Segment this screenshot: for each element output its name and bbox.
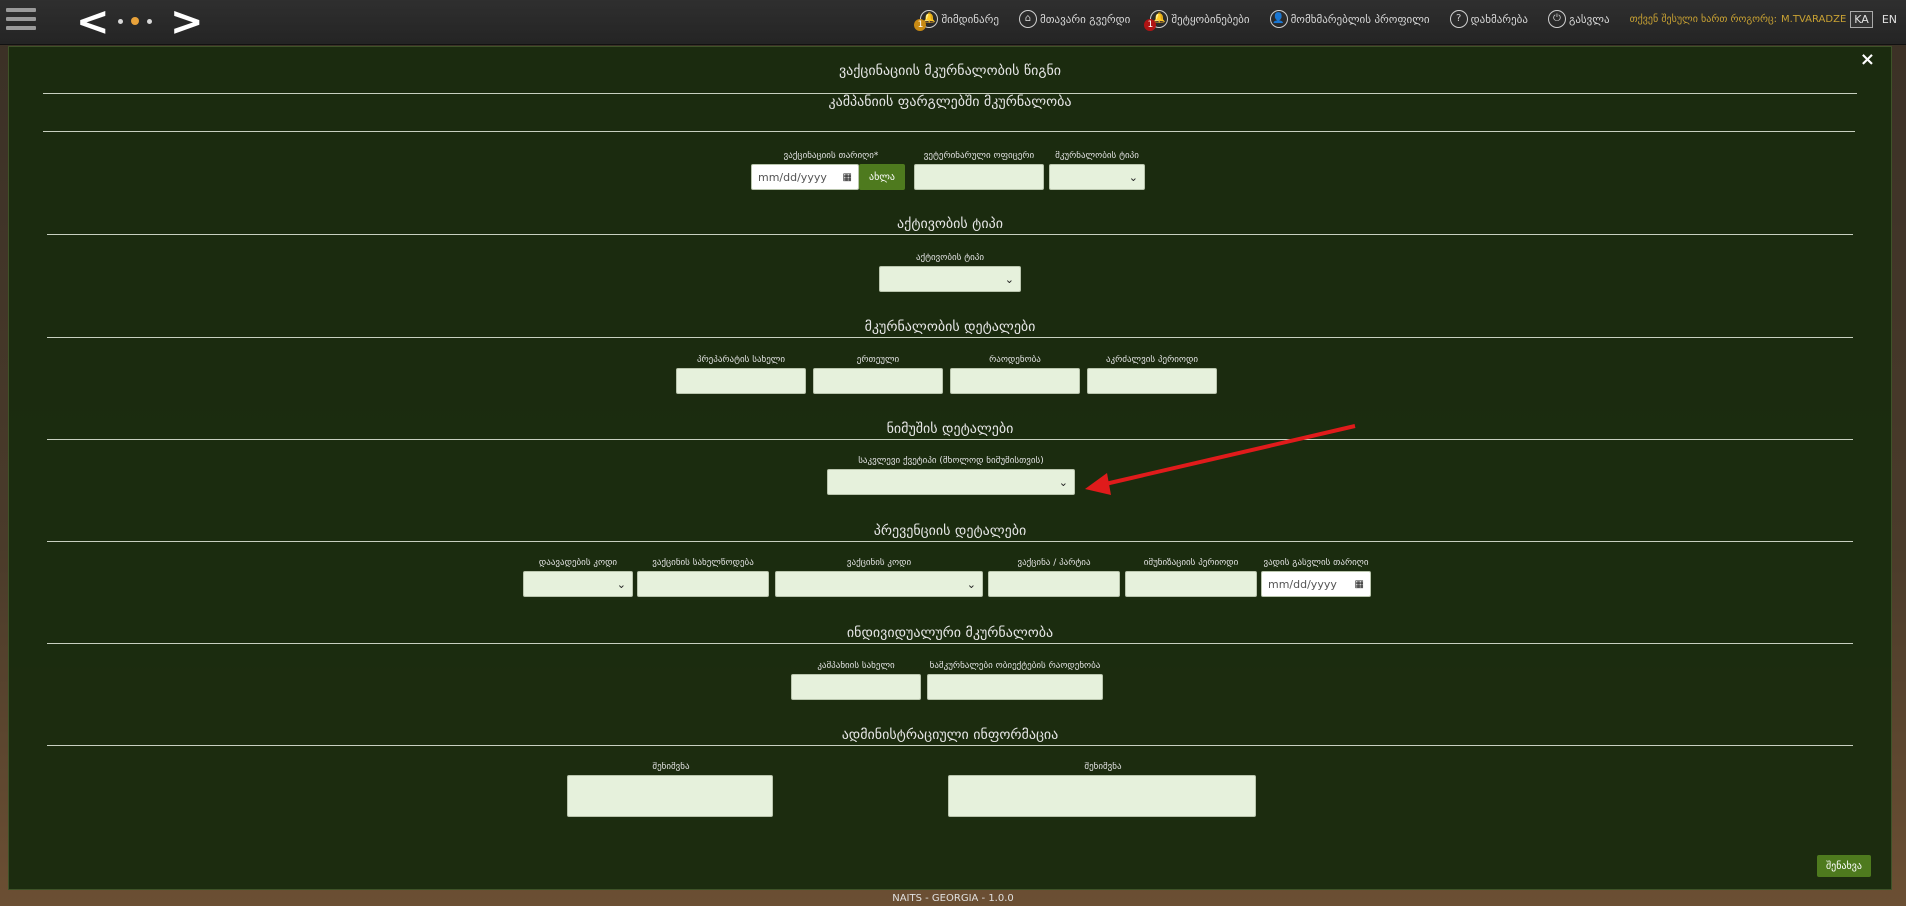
top-item-logout[interactable]: ⏻ გასვლა bbox=[1547, 10, 1610, 28]
top-bar: < > 🔔 1 შიმდინარე ⌂ მთავარი გვერდი 🔔 1 შ… bbox=[0, 0, 1906, 45]
top-item-home[interactable]: ⌂ მთავარი გვერდი bbox=[1018, 10, 1131, 28]
top-item-help[interactable]: ? დახმარება bbox=[1449, 10, 1528, 28]
top-menu: 🔔 1 შიმდინარე ⌂ მთავარი გვერდი 🔔 1 შეტყო… bbox=[914, 0, 1906, 38]
lang-ka-button[interactable]: KA bbox=[1850, 10, 1873, 28]
nav-back-icon[interactable]: < bbox=[76, 2, 110, 42]
hamburger-menu-icon[interactable] bbox=[6, 8, 36, 34]
annotation-arrow bbox=[1085, 424, 1356, 495]
power-icon: ⏻ bbox=[1547, 10, 1566, 28]
help-icon: ? bbox=[1449, 10, 1468, 28]
top-item-label: გასვლა bbox=[1568, 12, 1610, 26]
top-item-label: მომხმარებლის პროფილი bbox=[1290, 12, 1430, 26]
user-name: M.TVARADZE bbox=[1781, 13, 1847, 25]
top-item-notifications[interactable]: 🔔 1 შეტყობინებები bbox=[1144, 10, 1250, 31]
notification-badge: 1 bbox=[1144, 19, 1157, 31]
top-item-profile[interactable]: 👤 მომხმარებლის პროფილი bbox=[1269, 10, 1430, 28]
nav-forward-icon[interactable]: > bbox=[170, 2, 204, 42]
top-item-current[interactable]: 🔔 1 შიმდინარე bbox=[914, 10, 999, 31]
arrow-head bbox=[1085, 473, 1111, 495]
current-badge: 1 bbox=[914, 19, 927, 31]
footer-version: NAITS - GEORGIA - 1.0.0 bbox=[892, 893, 1014, 904]
lang-en-button[interactable]: EN bbox=[1879, 12, 1900, 27]
top-item-label: შიმდინარე bbox=[941, 12, 999, 26]
top-item-label: შეტყობინებები bbox=[1171, 12, 1250, 26]
top-item-label: მთავარი გვერდი bbox=[1039, 12, 1131, 26]
user-icon: 👤 bbox=[1269, 10, 1288, 28]
nav-dots-icon bbox=[118, 14, 154, 28]
vaccination-book-modal: × ვაქცინაციის მკურნალობის წიგნი კამპანიი… bbox=[8, 46, 1892, 890]
arrow-shaft bbox=[1100, 424, 1356, 487]
home-icon: ⌂ bbox=[1018, 10, 1037, 28]
logged-in-label: თქვენ შესული ხართ როგორც: bbox=[1629, 13, 1778, 25]
top-item-label: დახმარება bbox=[1470, 12, 1528, 26]
